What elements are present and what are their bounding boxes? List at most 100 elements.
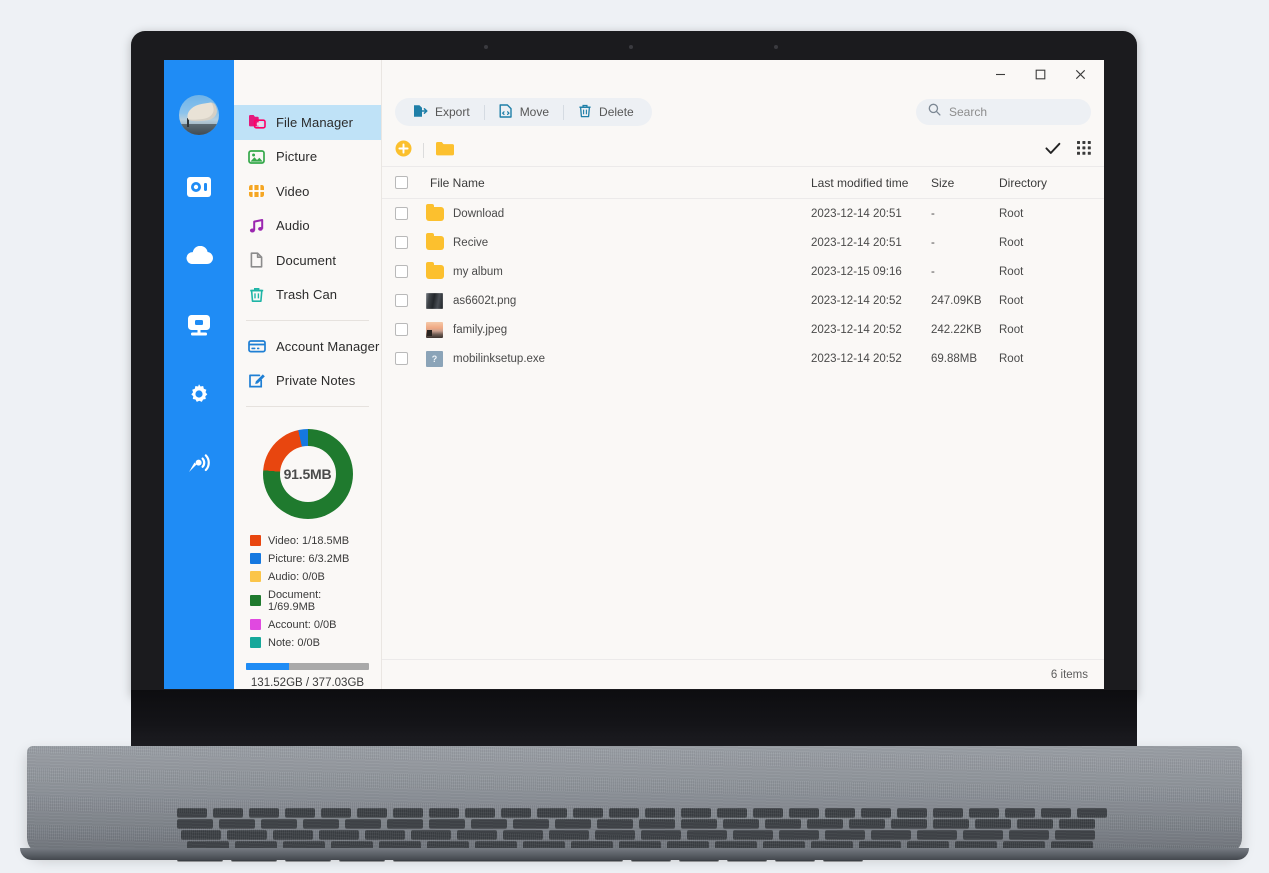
search-box[interactable] xyxy=(916,99,1091,125)
col-file-name[interactable]: File Name xyxy=(425,176,811,190)
keyboard-key xyxy=(681,819,717,828)
nav-divider-2 xyxy=(246,405,369,407)
select-check-icon[interactable] xyxy=(1045,142,1061,160)
keyboard-key xyxy=(181,830,221,839)
sidebar-item-document[interactable]: Document xyxy=(234,243,381,278)
keyboard-key xyxy=(429,808,459,817)
laptop-base xyxy=(0,690,1269,873)
keyboard-key xyxy=(537,808,567,817)
grid-view-icon[interactable] xyxy=(1077,141,1091,160)
gear-icon[interactable] xyxy=(182,377,216,411)
keyboard-key xyxy=(273,830,313,839)
search-input[interactable] xyxy=(949,105,1079,119)
camera-dot xyxy=(484,45,488,49)
row-checkbox[interactable] xyxy=(395,294,408,307)
safe-vault-icon[interactable] xyxy=(182,170,216,204)
keyboard-key xyxy=(345,819,381,828)
avatar[interactable] xyxy=(179,95,219,135)
legend-label: Video: 1/18.5MB xyxy=(268,534,350,547)
keyboard-key xyxy=(357,808,387,817)
keyboard-key xyxy=(465,808,495,817)
add-button[interactable] xyxy=(395,140,412,162)
row-select-cell xyxy=(395,236,425,249)
col-last-modified[interactable]: Last modified time xyxy=(811,176,931,190)
export-button[interactable]: Export xyxy=(399,99,484,125)
row-select-cell xyxy=(395,323,425,336)
row-select-cell xyxy=(395,294,425,307)
table-row[interactable]: as6602t.png 2023-12-14 20:52 247.09KB Ro… xyxy=(382,286,1104,315)
keyboard-key xyxy=(789,808,819,817)
sidebar-item-label: Document xyxy=(276,252,337,268)
legend-item-video: Video: 1/18.5MB xyxy=(250,535,369,547)
keyboard-key xyxy=(1005,808,1035,817)
col-size[interactable]: Size xyxy=(931,176,999,190)
legend-label: Picture: 6/3.2MB xyxy=(268,552,350,565)
folder-icon xyxy=(425,232,444,251)
legend-item-note: Note: 0/0B xyxy=(250,637,369,649)
sidebar-item-trash-can[interactable]: Trash Can xyxy=(234,278,381,313)
cloud-icon[interactable] xyxy=(182,239,216,273)
row-checkbox[interactable] xyxy=(395,236,408,249)
sidebar-item-video[interactable]: Video xyxy=(234,174,381,209)
row-size: 247.09KB xyxy=(931,294,982,307)
keyboard-key xyxy=(227,830,267,839)
select-all-checkbox[interactable] xyxy=(395,176,408,189)
keyboard-key xyxy=(501,808,531,817)
row-name-cell: family.jpeg xyxy=(425,321,811,338)
sidebar-item-label: Picture xyxy=(276,149,318,165)
keyboard-key xyxy=(733,830,773,839)
move-button[interactable]: Move xyxy=(485,99,563,125)
signal-broadcast-icon[interactable] xyxy=(182,446,216,480)
select-all-cell xyxy=(395,176,425,189)
keyboard-deck xyxy=(27,746,1242,861)
sidebar-item-private-notes[interactable]: Private Notes xyxy=(234,363,381,398)
file-name: mobilinksetup.exe xyxy=(453,352,546,365)
row-modified: 2023-12-15 09:16 xyxy=(811,265,902,278)
keyboard-key xyxy=(969,808,999,817)
delete-button[interactable]: Delete xyxy=(564,99,648,125)
minimize-button[interactable] xyxy=(980,61,1020,89)
close-button[interactable] xyxy=(1060,61,1100,89)
picture-icon xyxy=(248,148,266,166)
legend-swatch xyxy=(250,637,261,649)
row-checkbox[interactable] xyxy=(395,352,408,365)
legend-item-document: Document: 1/69.9MB xyxy=(250,589,369,613)
sidebar-item-audio[interactable]: Audio xyxy=(234,209,381,244)
row-directory: Root xyxy=(999,294,1024,307)
row-checkbox[interactable] xyxy=(395,265,408,278)
keyboard-key xyxy=(573,808,603,817)
row-checkbox[interactable] xyxy=(395,323,408,336)
legend-item-account: Account: 0/0B xyxy=(250,619,369,631)
capacity-progress-bar xyxy=(246,662,369,670)
table-row[interactable]: family.jpeg 2023-12-14 20:52 242.22KB Ro… xyxy=(382,315,1104,344)
row-name-cell: Download xyxy=(425,203,811,222)
keyboard-key xyxy=(393,808,423,817)
status-bar: 6 items xyxy=(382,659,1104,689)
root-folder-button[interactable] xyxy=(435,140,455,162)
table-row[interactable]: my album 2023-12-15 09:16 - Root xyxy=(382,257,1104,286)
legend-swatch xyxy=(250,571,261,583)
table-row[interactable]: ? mobilinksetup.exe 2023-12-14 20:52 69.… xyxy=(382,344,1104,373)
device-nas-icon[interactable] xyxy=(182,308,216,342)
capacity-text: 131.52GB / 377.03GB xyxy=(250,676,365,689)
keyboard-key xyxy=(513,819,549,828)
laptop-screen: File Manager Picture Video Audio Documen… xyxy=(164,60,1104,689)
table-row[interactable]: Download 2023-12-14 20:51 - Root xyxy=(382,199,1104,228)
table-row[interactable]: Recive 2023-12-14 20:51 - Root xyxy=(382,228,1104,257)
sidebar-item-file-manager[interactable]: File Manager xyxy=(234,105,381,140)
row-checkbox[interactable] xyxy=(395,207,408,220)
export-label: Export xyxy=(435,105,470,119)
item-count: 6 items xyxy=(1050,668,1088,681)
row-modified: 2023-12-14 20:51 xyxy=(811,207,902,220)
row-modified: 2023-12-14 20:51 xyxy=(811,236,902,249)
sidebar-item-picture[interactable]: Picture xyxy=(234,140,381,175)
row-name-cell: my album xyxy=(425,261,811,280)
video-icon xyxy=(248,182,266,200)
sidebar-item-account-manager[interactable]: Account Manager xyxy=(234,329,381,364)
export-icon xyxy=(413,104,428,121)
sidebar-item-label: Audio xyxy=(276,218,310,234)
keyboard-key xyxy=(1059,819,1095,828)
maximize-button[interactable] xyxy=(1020,61,1060,89)
col-directory[interactable]: Directory xyxy=(999,176,1091,190)
row-directory: Root xyxy=(999,265,1024,278)
